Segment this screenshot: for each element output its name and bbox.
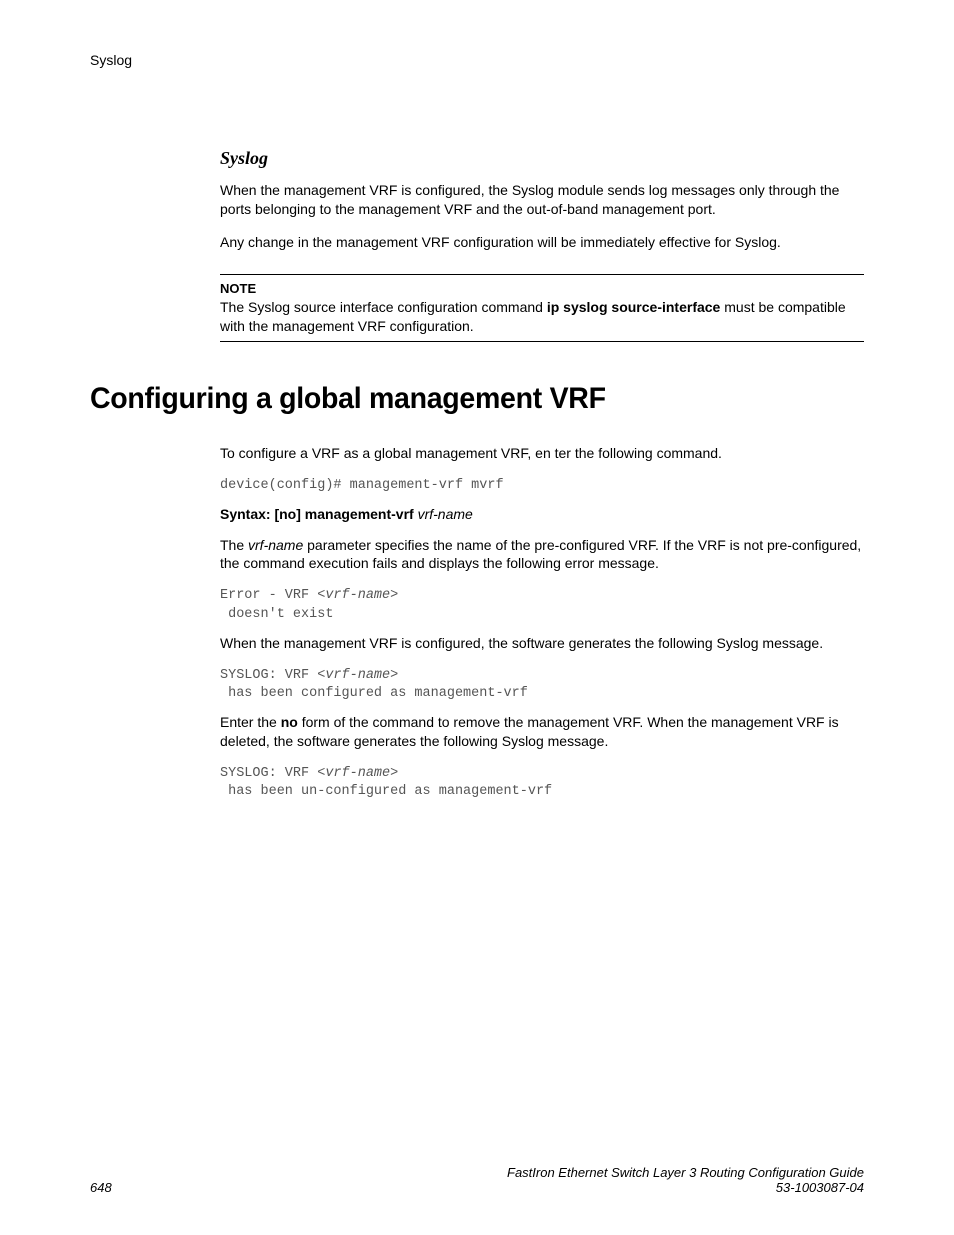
page-container: Syslog Syslog When the management VRF is… <box>0 0 954 1235</box>
syslog-section: Syslog When the management VRF is config… <box>220 148 864 342</box>
code2-c: doesn't exist <box>220 607 333 622</box>
note-box: NOTE The Syslog source interface configu… <box>220 274 864 343</box>
code4-c: has been un-configured as management-vrf <box>220 784 552 799</box>
syslog-p1: When the management VRF is configured, t… <box>220 181 864 219</box>
code3-c: has been configured as management-vrf <box>220 686 528 701</box>
config-section: To configure a VRF as a global managemen… <box>220 444 864 801</box>
code2-a: Error - VRF <box>220 588 317 603</box>
code-block-2: Error - VRF <vrf-name> doesn't exist <box>220 587 864 623</box>
code2-b: <vrf-name> <box>317 588 398 603</box>
code4-a: SYSLOG: VRF <box>220 766 317 781</box>
p2-pre: The <box>220 537 248 553</box>
doc-number: 53-1003087-04 <box>507 1180 864 1195</box>
main-heading: Configuring a global management VRF <box>90 382 825 416</box>
syslog-p2: Any change in the management VRF configu… <box>220 233 864 252</box>
code-block-4: SYSLOG: VRF <vrf-name> has been un-confi… <box>220 765 864 801</box>
doc-title: FastIron Ethernet Switch Layer 3 Routing… <box>507 1165 864 1180</box>
p4-pre: Enter the <box>220 714 281 730</box>
p4-bold: no <box>281 714 298 730</box>
syslog-heading: Syslog <box>220 148 864 169</box>
page-footer: 648 FastIron Ethernet Switch Layer 3 Rou… <box>90 1165 864 1195</box>
config-p2: The vrf-name parameter specifies the nam… <box>220 536 864 574</box>
note-text: The Syslog source interface configuratio… <box>220 298 864 336</box>
syntax-line: Syntax: [no] management-vrf vrf-name <box>220 506 864 522</box>
footer-right: FastIron Ethernet Switch Layer 3 Routing… <box>507 1165 864 1195</box>
syntax-bold: Syntax: [no] management-vrf <box>220 506 414 522</box>
config-p4: Enter the no form of the command to remo… <box>220 713 864 751</box>
code4-b: <vrf-name> <box>317 766 398 781</box>
note-pre: The Syslog source interface configuratio… <box>220 299 547 315</box>
code-block-1: device(config)# management-vrf mvrf <box>220 477 864 495</box>
syntax-italic: vrf-name <box>414 506 473 522</box>
note-label: NOTE <box>220 281 864 296</box>
config-p1: To configure a VRF as a global managemen… <box>220 444 864 463</box>
note-bold-command: ip syslog source-interface <box>547 299 721 315</box>
page-number: 648 <box>90 1180 112 1195</box>
config-p3: When the management VRF is configured, t… <box>220 634 864 653</box>
running-header: Syslog <box>90 52 864 68</box>
code3-a: SYSLOG: VRF <box>220 668 317 683</box>
p4-post: form of the command to remove the manage… <box>220 714 839 749</box>
code-block-3: SYSLOG: VRF <vrf-name> has been configur… <box>220 667 864 703</box>
p2-italic: vrf-name <box>248 537 303 553</box>
p2-post: parameter specifies the name of the pre-… <box>220 537 861 572</box>
code3-b: <vrf-name> <box>317 668 398 683</box>
